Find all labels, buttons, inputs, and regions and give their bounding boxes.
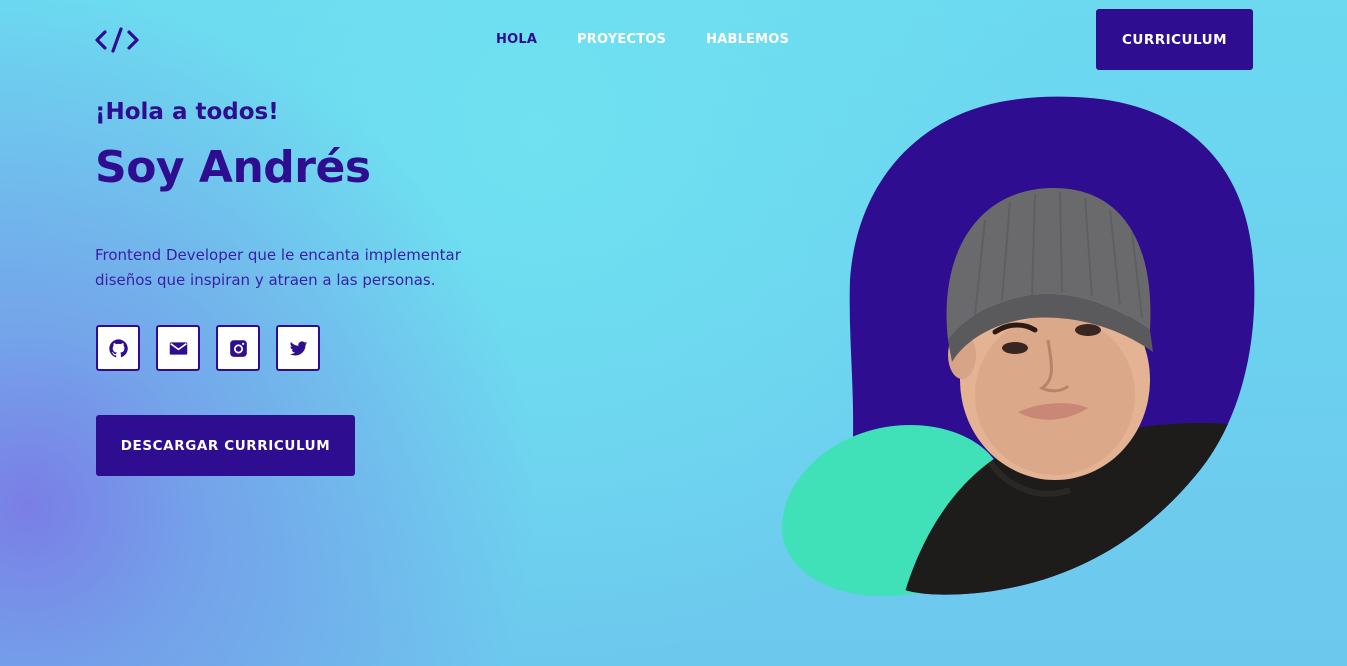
social-links (96, 325, 320, 371)
nav-link-hola[interactable]: HOLA (496, 32, 537, 47)
mail-link[interactable] (156, 325, 200, 371)
github-link[interactable] (96, 325, 140, 371)
twitter-link[interactable] (276, 325, 320, 371)
description-line-2: diseños que inspiran y atraen a las pers… (95, 271, 436, 289)
profile-portrait (782, 96, 1255, 596)
main-nav: HOLA PROYECTOS HABLEMOS (496, 32, 789, 47)
instagram-icon (229, 339, 247, 357)
greeting-text: ¡Hola a todos! (95, 99, 279, 125)
description-line-1: Frontend Developer que le encanta implem… (95, 246, 461, 264)
twitter-icon (289, 340, 307, 356)
hero-description: Frontend Developer que le encanta implem… (95, 243, 515, 293)
nav-link-hablemos[interactable]: HABLEMOS (706, 32, 789, 47)
instagram-link[interactable] (216, 325, 260, 371)
code-brackets-icon[interactable] (95, 26, 139, 54)
curriculum-button[interactable]: CURRICULUM (1096, 9, 1253, 70)
download-curriculum-button[interactable]: DESCARGAR CURRICULUM (96, 415, 355, 476)
github-icon (108, 338, 128, 357)
mail-icon (169, 341, 187, 355)
nav-link-proyectos[interactable]: PROYECTOS (577, 32, 666, 47)
hero-title: Soy Andrés (95, 142, 371, 193)
